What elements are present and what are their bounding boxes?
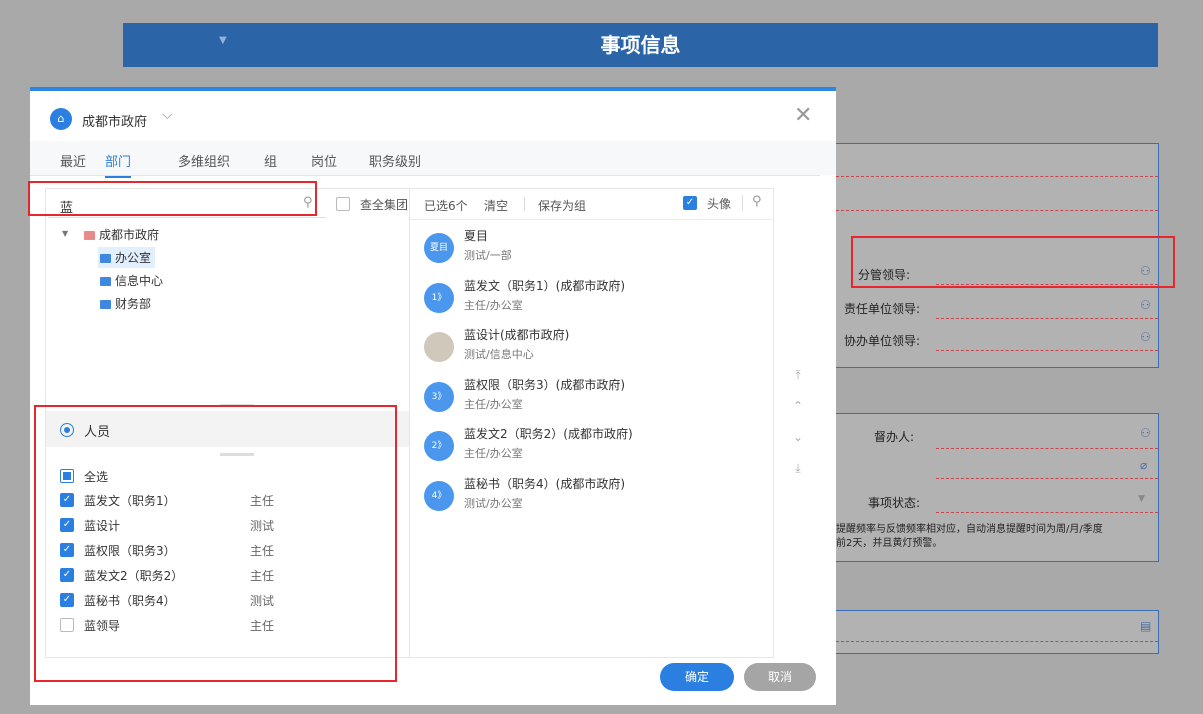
tree-root-label: 成都市政府 [99, 228, 160, 242]
folder-icon [100, 277, 111, 286]
save-as-group-link[interactable]: 保存为组 [538, 197, 586, 214]
highlight-box [34, 405, 397, 682]
folder-icon [100, 300, 111, 309]
page-title: 事项信息 [600, 33, 681, 57]
move-down-icon[interactable]: ⌄ [788, 427, 808, 447]
tab-bar: 最近 部门 多维组织 组 岗位 职务级别 [30, 141, 836, 178]
field-underline [936, 350, 1158, 351]
divider [742, 195, 743, 211]
highlight-box [28, 181, 317, 216]
person-icon[interactable]: ⚇ [1140, 298, 1151, 312]
selected-dept: 测试/一部 [464, 249, 512, 262]
person-icon[interactable]: ⚇ [1140, 330, 1151, 344]
org-home-icon: ⌂ [50, 108, 72, 130]
bottom-panel: ▤ [835, 610, 1159, 654]
selected-name[interactable]: 蓝权限（职务3）(成都市政府) [464, 376, 625, 393]
selected-list: 夏目 夏目 测试/一部 1》 蓝发文（职务1）(成都市政府) 主任/办公室 蓝设… [410, 225, 773, 525]
avatar-photo [424, 332, 454, 362]
attachment-icon[interactable]: ⌀ [1140, 458, 1147, 472]
avatar-toggle-checkbox[interactable]: ✓ [683, 196, 697, 210]
selected-dept: 测试/信息中心 [464, 348, 534, 361]
avatar: 夏目 [424, 233, 454, 263]
avatar: 1》 [424, 283, 454, 313]
status-note-line2: 前2天，并且黄灯预警。 [836, 538, 943, 549]
field-underline [936, 478, 1158, 479]
field-underline [836, 210, 1158, 211]
chevron-down-icon[interactable]: ⌵ [162, 107, 173, 123]
selected-dept: 主任/办公室 [464, 398, 523, 411]
selected-name[interactable]: 夏目 [464, 227, 488, 244]
person-icon[interactable]: ⚇ [1140, 426, 1151, 440]
document-icon[interactable]: ▤ [1140, 619, 1151, 633]
move-bottom-icon[interactable]: ⤓ [788, 458, 808, 478]
field-underline [936, 448, 1158, 449]
tab-multi-org[interactable]: 多维组织 [178, 151, 230, 170]
confirm-button[interactable]: 确定 [660, 663, 734, 691]
caret-down-icon[interactable]: ▼ [62, 229, 68, 238]
tab-recent[interactable]: 最近 [60, 151, 86, 170]
selected-panel: 已选6个 清空 保存为组 ✓ 头像 ⚲ 夏目 夏目 测试/一部 1》 蓝发文（职… [409, 188, 774, 658]
search-icon[interactable]: ⚲ [752, 194, 762, 209]
tab-department[interactable]: 部门 [105, 151, 132, 178]
tab-group[interactable]: 组 [264, 151, 277, 170]
tree-item-office[interactable]: 办公室 [98, 247, 156, 268]
selected-count: 已选6个 [424, 199, 468, 213]
tree-item-label: 财务部 [115, 297, 152, 311]
org-name[interactable]: 成都市政府 [82, 111, 147, 130]
selected-dept: 主任/办公室 [464, 447, 523, 460]
tab-job-level[interactable]: 职务级别 [369, 151, 421, 170]
assist-leader-label: 协办单位领导: [844, 334, 921, 348]
move-top-icon[interactable]: ⤒ [788, 365, 808, 385]
tree-item-label: 办公室 [115, 251, 152, 265]
field-underline [836, 176, 1158, 177]
status-label: 事项状态: [868, 496, 921, 510]
supervise-panel: 督办人: ⚇ ⌀ 事项状态: ▼ 提醒频率与反馈频率相对应，自动消息提醒时间为周… [835, 413, 1159, 562]
avatar: 2》 [424, 431, 454, 461]
selected-dept: 主任/办公室 [464, 299, 523, 312]
avatar-toggle-label: 头像 [707, 197, 732, 211]
field-underline [936, 512, 1158, 513]
divider [524, 197, 525, 211]
folder-icon [100, 254, 111, 263]
resp-leader-label: 责任单位领导: [844, 302, 921, 316]
cancel-button[interactable]: 取消 [744, 663, 816, 691]
folder-icon [84, 231, 95, 240]
selected-toolbar: 已选6个 清空 保存为组 ✓ 头像 ⚲ [410, 189, 773, 220]
clear-link[interactable]: 清空 [484, 197, 508, 214]
tree-item-info-center[interactable]: 信息中心 [100, 272, 163, 289]
divider [30, 175, 820, 176]
field-underline [836, 641, 1158, 642]
selected-dept: 测试/办公室 [464, 497, 523, 510]
search-group-checkbox[interactable] [336, 197, 350, 211]
selected-name[interactable]: 蓝发文2（职务2）(成都市政府) [464, 425, 633, 442]
tab-post[interactable]: 岗位 [311, 151, 337, 170]
highlight-box [851, 236, 1175, 288]
move-up-icon[interactable]: ⌃ [788, 396, 808, 416]
selected-name[interactable]: 蓝秘书（职务4）(成都市政府) [464, 475, 625, 492]
tree-item-label: 信息中心 [115, 274, 164, 288]
status-note-line1: 提醒频率与反馈频率相对应，自动消息提醒时间为周/月/季度 [836, 524, 1103, 535]
supervisor-label: 督办人: [874, 430, 915, 444]
tree-root[interactable]: 成都市政府 [84, 226, 159, 243]
tree-item-finance[interactable]: 财务部 [100, 295, 151, 312]
caret-down-icon[interactable]: ▼ [1138, 494, 1145, 504]
page-banner: ▼ 事项信息 [123, 23, 1158, 67]
avatar: 3》 [424, 382, 454, 412]
selected-name[interactable]: 蓝设计(成都市政府) [464, 326, 569, 343]
avatar: 4》 [424, 481, 454, 511]
search-group-label: 查全集团 [360, 198, 409, 212]
close-icon[interactable]: ✕ [794, 105, 812, 127]
field-underline [936, 318, 1158, 319]
selected-name[interactable]: 蓝发文（职务1）(成都市政府) [464, 277, 625, 294]
